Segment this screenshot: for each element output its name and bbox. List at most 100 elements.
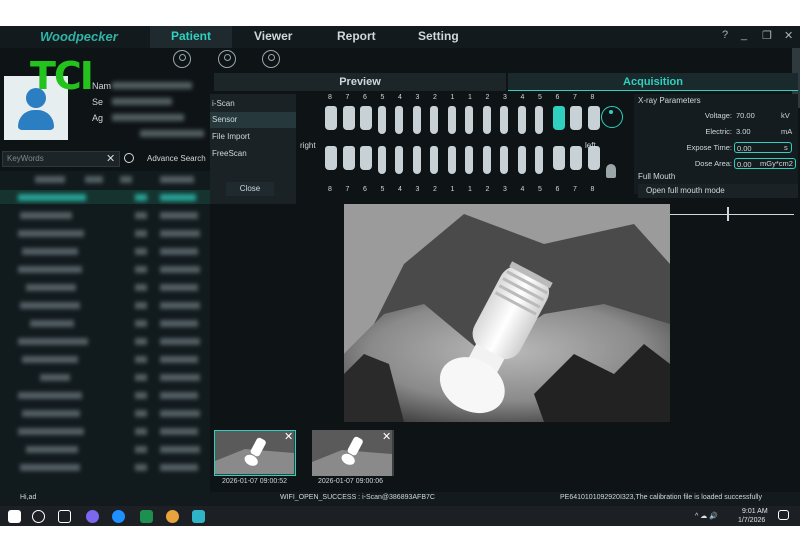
upper-tooth[interactable] bbox=[535, 106, 543, 134]
tooth-chart: 8 7 6 5 4 3 2 1 1 2 3 4 5 6 7 8 8 7 6 5 4 3 2 1 1 2 3 4 5 6 7 8 bbox=[298, 92, 600, 198]
list-row[interactable] bbox=[0, 407, 210, 421]
advance-search-button[interactable]: Advance Search bbox=[147, 154, 206, 163]
list-row[interactable] bbox=[0, 389, 210, 403]
upper-tooth-number: 6 bbox=[363, 94, 367, 101]
voltage-value[interactable]: 70.00 bbox=[734, 110, 757, 121]
lower-tooth[interactable] bbox=[465, 146, 473, 174]
list-row[interactable] bbox=[0, 353, 210, 367]
list-row[interactable] bbox=[0, 443, 210, 457]
keyword-search-input[interactable]: KeyWords bbox=[2, 151, 120, 167]
lower-tooth[interactable] bbox=[342, 146, 355, 170]
menu-item-sensor[interactable]: Sensor bbox=[210, 112, 296, 128]
open-full-mouth-button[interactable]: Open full mouth mode bbox=[638, 184, 798, 198]
upper-tooth[interactable] bbox=[570, 106, 582, 130]
patient-search-icon[interactable] bbox=[262, 50, 280, 68]
list-row[interactable] bbox=[0, 299, 210, 313]
nav-viewer[interactable]: Viewer bbox=[254, 29, 292, 43]
adult-teeth-icon[interactable] bbox=[601, 106, 623, 128]
upper-tooth[interactable] bbox=[395, 106, 403, 134]
upper-tooth[interactable] bbox=[500, 106, 508, 134]
upper-tooth[interactable] bbox=[430, 106, 438, 134]
upper-tooth[interactable] bbox=[552, 106, 565, 130]
upper-tooth[interactable] bbox=[360, 106, 372, 130]
notifications-icon[interactable] bbox=[778, 510, 789, 520]
xray-image[interactable] bbox=[344, 204, 670, 422]
help-icon[interactable]: ? bbox=[722, 29, 728, 41]
list-row[interactable] bbox=[0, 317, 210, 331]
lower-tooth[interactable] bbox=[570, 146, 582, 170]
tab-acquisition[interactable]: Acquisition bbox=[508, 73, 798, 91]
list-row[interactable] bbox=[0, 281, 210, 295]
thumbnail-2-close-icon[interactable]: ✕ bbox=[382, 430, 391, 443]
close-menu-button[interactable]: Close bbox=[226, 182, 274, 196]
edit-patient-icon[interactable] bbox=[218, 50, 236, 68]
slider-handle[interactable] bbox=[727, 207, 729, 221]
menu-item-freescan[interactable]: FreeScan bbox=[210, 146, 296, 162]
minimize-icon[interactable]: _ bbox=[741, 29, 747, 41]
lower-tooth[interactable] bbox=[482, 146, 491, 174]
taskbar-time[interactable]: 9:01 AM bbox=[742, 508, 768, 515]
nav-setting[interactable]: Setting bbox=[418, 29, 459, 43]
lower-tooth-number: 6 bbox=[363, 186, 367, 193]
windows-start-icon[interactable] bbox=[8, 510, 21, 523]
tab-preview[interactable]: Preview bbox=[214, 73, 506, 91]
upper-tooth[interactable] bbox=[412, 106, 421, 134]
list-row[interactable] bbox=[0, 227, 210, 241]
lower-tooth[interactable] bbox=[552, 146, 565, 170]
list-row[interactable] bbox=[0, 245, 210, 259]
lower-tooth-number: 7 bbox=[345, 186, 350, 193]
restore-icon[interactable]: ❐ bbox=[762, 29, 772, 42]
excel-icon[interactable] bbox=[140, 510, 153, 523]
thumbnail-1-close-icon[interactable]: ✕ bbox=[284, 430, 293, 443]
list-row[interactable] bbox=[0, 425, 210, 439]
upper-tooth[interactable] bbox=[587, 106, 600, 130]
lower-tooth[interactable] bbox=[535, 146, 543, 174]
system-tray-icons[interactable]: ^ ☁ 🔊 bbox=[695, 512, 718, 520]
chrome-icon[interactable] bbox=[166, 510, 179, 523]
list-row[interactable] bbox=[0, 335, 210, 349]
lower-tooth[interactable] bbox=[412, 146, 421, 174]
child-teeth-icon[interactable] bbox=[606, 164, 616, 178]
upper-tooth[interactable] bbox=[325, 106, 337, 130]
upper-tooth[interactable] bbox=[465, 106, 473, 134]
lower-tooth[interactable] bbox=[430, 146, 438, 174]
lower-tooth[interactable] bbox=[325, 146, 337, 170]
left-side-label: left bbox=[585, 141, 596, 150]
list-row[interactable] bbox=[0, 209, 210, 223]
edge-browser-icon[interactable] bbox=[112, 510, 125, 523]
lower-tooth[interactable] bbox=[500, 146, 508, 174]
lower-tooth[interactable] bbox=[395, 146, 403, 174]
task-view-icon[interactable] bbox=[58, 510, 71, 523]
add-patient-icon[interactable] bbox=[173, 50, 191, 68]
upper-tooth[interactable] bbox=[482, 106, 491, 134]
menu-item-file-import[interactable]: File Import bbox=[210, 129, 296, 145]
copilot-icon[interactable] bbox=[86, 510, 99, 523]
list-row[interactable] bbox=[0, 173, 210, 187]
lower-tooth[interactable] bbox=[447, 146, 456, 174]
dose-area-label: Dose Area: bbox=[694, 159, 732, 168]
close-window-icon[interactable]: ✕ bbox=[784, 29, 793, 42]
woodpecker-app-icon[interactable] bbox=[192, 510, 205, 523]
taskbar-date[interactable]: 1/7/2026 bbox=[738, 517, 765, 524]
upper-tooth[interactable] bbox=[377, 106, 386, 134]
nav-patient[interactable]: Patient bbox=[150, 26, 232, 48]
lower-tooth[interactable] bbox=[360, 146, 372, 170]
upper-tooth[interactable] bbox=[342, 106, 355, 130]
nav-report[interactable]: Report bbox=[337, 29, 376, 43]
electric-value[interactable]: 3.00 bbox=[734, 126, 753, 137]
lower-tooth[interactable] bbox=[517, 146, 526, 174]
blurred-age bbox=[112, 114, 184, 121]
upper-tooth[interactable] bbox=[517, 106, 526, 134]
electric-label: Electric: bbox=[705, 127, 732, 136]
lower-tooth[interactable] bbox=[377, 146, 386, 174]
upper-tooth[interactable] bbox=[447, 106, 456, 134]
list-row[interactable] bbox=[0, 461, 210, 475]
menu-item-iscan[interactable]: i-Scan bbox=[210, 96, 296, 112]
taskbar-search-icon[interactable] bbox=[32, 510, 45, 523]
list-row-selected[interactable] bbox=[0, 190, 210, 204]
list-row[interactable] bbox=[0, 371, 210, 385]
clear-search-icon[interactable]: ✕ bbox=[106, 152, 115, 165]
list-row[interactable] bbox=[0, 263, 210, 277]
upper-tooth-number: 8 bbox=[590, 94, 595, 101]
search-icon[interactable] bbox=[124, 153, 134, 163]
